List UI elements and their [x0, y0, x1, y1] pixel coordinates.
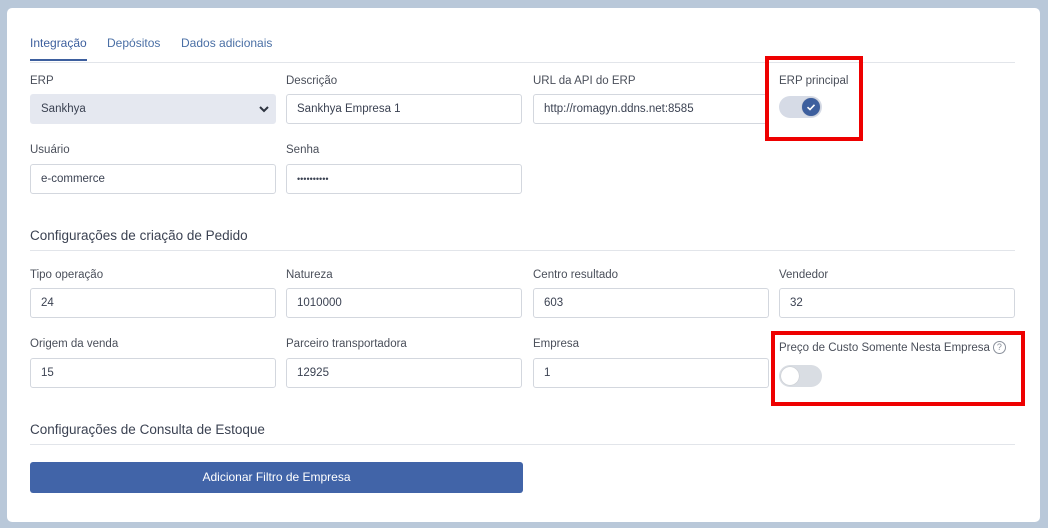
parceiro-transportadora-input[interactable]: 12925 [286, 358, 522, 388]
tipo-operacao-input[interactable]: 24 [30, 288, 276, 318]
add-company-filter-button[interactable]: Adicionar Filtro de Empresa [30, 462, 523, 493]
descricao-label: Descrição [286, 75, 338, 87]
origem-venda-label: Origem da venda [30, 338, 119, 350]
erp-select-value: Sankhya [41, 103, 86, 115]
vendedor-input[interactable]: 32 [779, 288, 1015, 318]
chevron-down-icon [259, 106, 269, 113]
senha-label: Senha [286, 144, 320, 156]
url-api-input[interactable]: http://romagyn.ddns.net:8585 [533, 94, 769, 124]
erp-select[interactable]: Sankhya [30, 94, 276, 124]
estoque-section-title: Configurações de Consulta de Estoque [30, 422, 1015, 445]
natureza-input[interactable]: 1010000 [286, 288, 522, 318]
usuario-label: Usuário [30, 144, 70, 156]
tab-bar: Integração Depósitos Dados adicionais [30, 36, 1015, 63]
highlight-box-preco-custo [771, 331, 1025, 406]
empresa-input[interactable]: 1 [533, 358, 769, 388]
tipo-operacao-label: Tipo operação [30, 269, 104, 281]
descricao-input[interactable]: Sankhya Empresa 1 [286, 94, 522, 124]
origem-venda-input[interactable]: 15 [30, 358, 276, 388]
highlight-box-erp-principal [765, 56, 863, 141]
centro-resultado-label: Centro resultado [533, 269, 619, 281]
pedido-section-title: Configurações de criação de Pedido [30, 228, 1015, 251]
empresa-label: Empresa [533, 338, 580, 350]
tab-dados-adicionais[interactable]: Dados adicionais [181, 36, 272, 50]
tab-depositos[interactable]: Depósitos [107, 36, 160, 50]
url-api-label: URL da API do ERP [533, 75, 636, 87]
centro-resultado-input[interactable]: 603 [533, 288, 769, 318]
vendedor-label: Vendedor [779, 269, 829, 281]
parceiro-transportadora-label: Parceiro transportadora [286, 338, 407, 350]
senha-input[interactable]: •••••••••• [286, 164, 522, 194]
natureza-label: Natureza [286, 269, 333, 281]
usuario-input[interactable]: e-commerce [30, 164, 276, 194]
erp-label: ERP [30, 75, 54, 87]
settings-card: Integração Depósitos Dados adicionais ER… [7, 8, 1040, 522]
tab-integracao[interactable]: Integração [30, 36, 87, 61]
